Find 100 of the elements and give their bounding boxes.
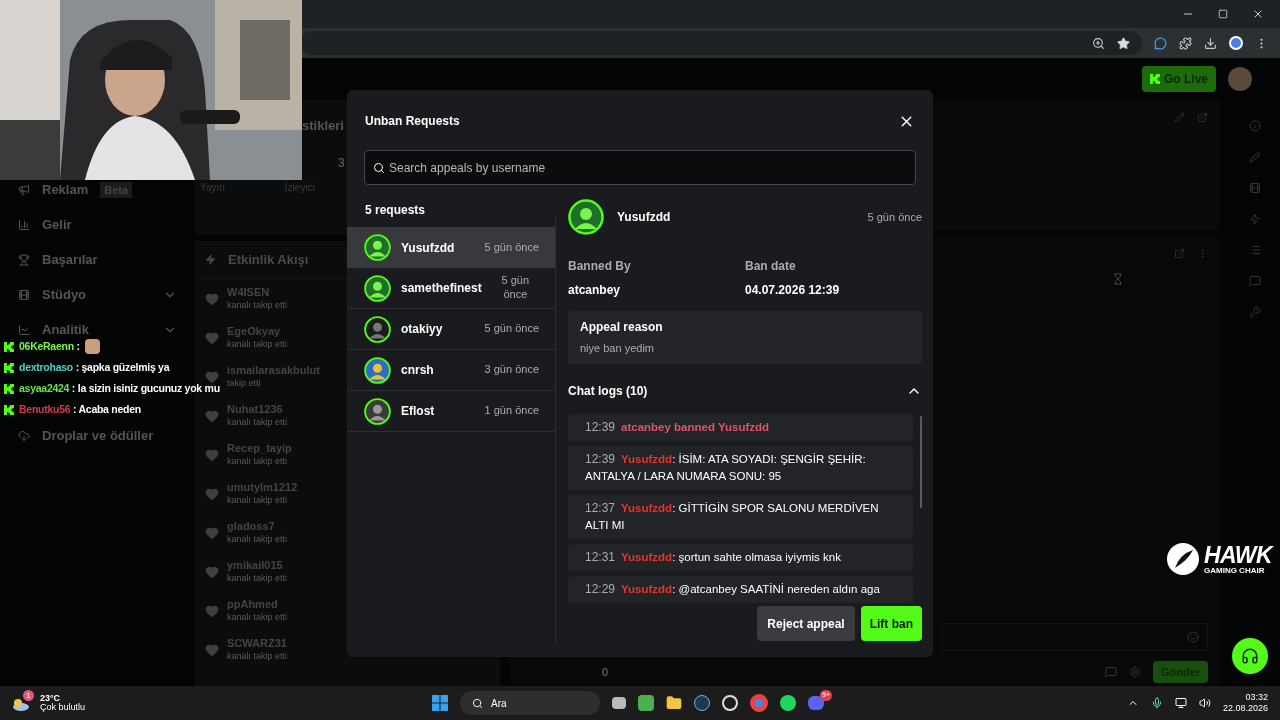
chat-log-entry: 12:39 Yusufzdd: İSİM: ATA SOYADI: ŞENGİR ŞEHİR: ANTALYA / LARA NUMARA SONU: 95 — [568, 445, 913, 490]
folder-icon[interactable] — [666, 695, 682, 711]
sidebar-icon — [18, 219, 30, 231]
taskbar-search[interactable]: Ara — [460, 691, 600, 715]
heart-icon — [205, 369, 219, 384]
request-item[interactable]: otakiyy 5 gün önce — [347, 309, 555, 350]
appeal-reason-text: niye ban yedim — [580, 341, 655, 356]
search-field[interactable]: Search appeals by username — [364, 150, 916, 185]
chat-input[interactable] — [942, 623, 1208, 651]
speaker-icon[interactable] — [1198, 697, 1211, 709]
stream-chat-message: Benutku56 : Acaba neden — [19, 401, 141, 417]
headset-icon — [1241, 647, 1259, 665]
logo-tagline: GAMING CHAIR — [1204, 566, 1266, 575]
field-label: Banned By — [568, 258, 632, 275]
stream-chat-message: 06KeRaenn : — [19, 338, 80, 354]
bolt-icon — [205, 254, 216, 265]
reject-appeal-button[interactable]: Reject appeal — [757, 606, 855, 641]
chat-log-entry: 12:29 Yusufzdd: @atcanbey SAATİNİ nereden aldın aga — [568, 575, 913, 603]
card-title: stikleri — [302, 117, 344, 135]
kick-icon — [4, 341, 14, 352]
sidebar-icon — [18, 254, 30, 266]
field-value: 04.07.2026 12:39 — [745, 282, 841, 299]
request-item[interactable]: cnrsh 3 gün önce — [347, 350, 555, 391]
feed-username: ppAhmed — [227, 598, 279, 612]
feed-username: Nuhat1236 — [227, 403, 284, 417]
kick-icon — [4, 362, 14, 373]
request-count: 5 requests — [364, 202, 427, 219]
restore-icon[interactable] — [1218, 9, 1228, 19]
avatar — [364, 356, 391, 384]
scrollbar[interactable] — [920, 415, 922, 508]
feed-action: kanalı takip etti — [227, 494, 288, 506]
avatar — [364, 315, 391, 343]
kick-icon — [1150, 74, 1160, 84]
chat-logs-toggle[interactable]: Chat logs (10) — [568, 381, 922, 400]
feed-username: SCWARZ31 — [227, 637, 288, 651]
download-icon[interactable] — [1204, 36, 1217, 50]
feed-username: Recep_tayip — [227, 442, 292, 456]
chat-log-entry: 12:37 Yusufzdd: GİTTİGİN SPOR SALONU MERDİVEN ALTI MI — [568, 494, 913, 539]
feed-action: kanalı takip etti — [227, 455, 288, 467]
profile-icon[interactable] — [1229, 36, 1243, 50]
heart-icon — [205, 330, 219, 345]
feed-action: takip etti — [227, 377, 261, 389]
heart-icon — [205, 408, 219, 423]
extension-icon[interactable] — [1154, 36, 1167, 50]
clock-time: 03:32 — [1245, 691, 1268, 703]
feed-username: W4ISEN — [227, 286, 271, 300]
windows-icon[interactable] — [432, 695, 448, 711]
temperature: 23°C — [40, 694, 62, 703]
search-icon — [373, 162, 385, 174]
dialog-title: Unban Requests — [365, 113, 460, 130]
feed-username: EgeOkyay — [227, 325, 282, 339]
chat-log-entry: 12:31 Yusufzdd: şortun sahte olmasa iyiymis knk — [568, 543, 913, 571]
heart-icon — [205, 447, 219, 462]
heart-icon — [205, 564, 219, 579]
microphone-icon[interactable] — [1150, 697, 1163, 709]
request-item[interactable]: Yusufzdd 5 gün önce — [347, 227, 555, 268]
heart-icon — [205, 525, 219, 540]
heart-icon — [205, 642, 219, 657]
feed-action: kanalı takip etti — [227, 416, 288, 428]
profile-avatar[interactable] — [1228, 67, 1252, 91]
heart-icon — [205, 486, 219, 501]
stream-chat-message: asyaa2424 : la sizin isiniz gucunuz yok mu — [19, 380, 220, 396]
weather-icon — [12, 698, 30, 712]
feed-action: kanalı takip etti — [227, 650, 288, 662]
field-value: atcanbey — [568, 282, 622, 299]
avatar — [364, 397, 391, 425]
extensions-icon[interactable] — [1179, 36, 1192, 50]
close-icon[interactable] — [1252, 8, 1264, 20]
detail-username: Yusufzdd — [617, 209, 671, 226]
feed-username: umutylm1212 — [227, 481, 298, 495]
avatar — [364, 274, 391, 302]
request-item[interactable]: Eflost 1 gün önce — [347, 391, 555, 432]
kick-icon — [4, 383, 14, 394]
sidebar-icon — [18, 184, 30, 196]
notification-badge: 1 — [23, 690, 34, 701]
viewer-count: 0 — [602, 664, 609, 680]
feed-username: gladoss7 — [227, 520, 276, 534]
sidebar-icon — [18, 289, 30, 301]
display-icon[interactable] — [1174, 697, 1187, 709]
feed-action: kanalı takip etti — [227, 299, 288, 311]
appeal-reason-label: Appeal reason — [580, 319, 664, 336]
logo-name: HAWK — [1204, 543, 1272, 567]
sidebar-icon — [18, 430, 30, 442]
stream-chat-message: dextrohaso : şapka güzelmiş ya — [19, 359, 170, 375]
feed-action: kanalı takip etti — [227, 611, 288, 623]
heart-icon — [205, 291, 219, 306]
lift-ban-button[interactable]: Lift ban — [860, 606, 922, 641]
star-icon[interactable] — [1117, 36, 1130, 50]
stat-value: 3 — [338, 154, 345, 172]
zoom-icon[interactable] — [1092, 36, 1105, 50]
field-label: Ban date — [745, 258, 797, 275]
app-icon[interactable] — [722, 695, 738, 711]
request-item[interactable]: samethefinest 5 gün önce — [347, 268, 555, 309]
clock-date: 22.08.2026 — [1222, 703, 1268, 715]
feather-logo-icon — [1166, 542, 1200, 576]
feed-username: ymikail015 — [227, 559, 284, 573]
chat-log-entry: 12:39 atcanbey banned Yusufzdd — [568, 413, 913, 441]
feed-action: kanalı takip etti — [227, 533, 288, 545]
avatar — [364, 234, 391, 261]
weather-text: Çok bulutlu — [40, 703, 86, 712]
